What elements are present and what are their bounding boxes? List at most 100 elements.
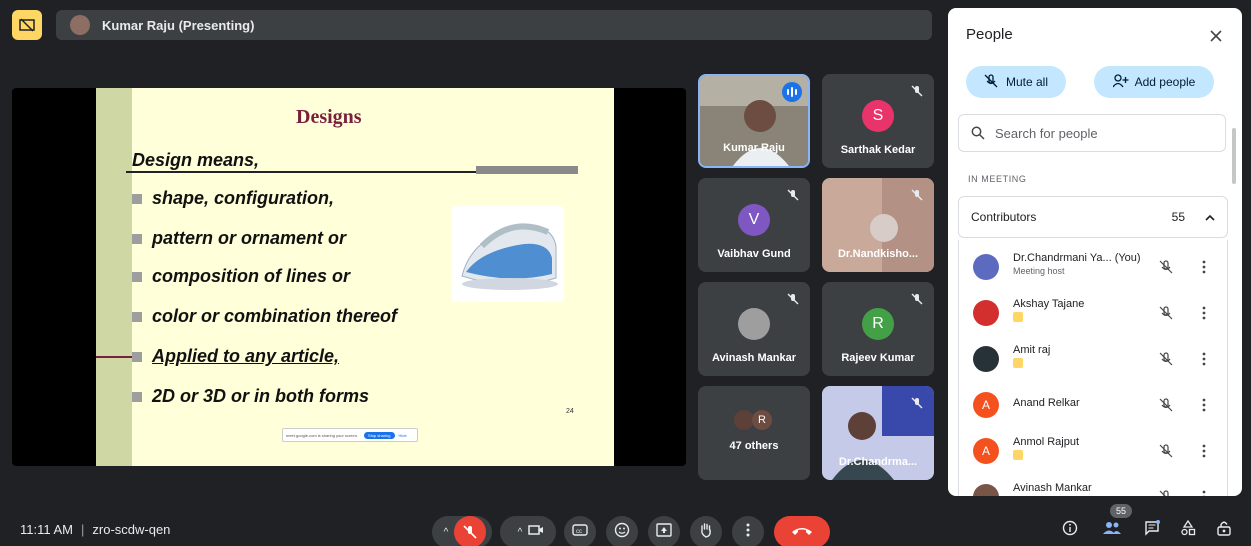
people-button[interactable]: [1098, 516, 1126, 544]
list-item[interactable]: Avinash Mankar: [959, 474, 1227, 496]
more-vert-icon[interactable]: [1197, 258, 1211, 276]
participant-tile[interactable]: Kumar Raju: [698, 74, 810, 168]
avatar: A: [973, 392, 999, 418]
mic-off-icon[interactable]: [1157, 304, 1175, 322]
slide-page-number: 24: [566, 408, 574, 415]
present-button[interactable]: [648, 516, 680, 546]
participant-tile[interactable]: Avinash Mankar: [698, 282, 810, 376]
chevron-up-icon[interactable]: ^: [438, 527, 454, 538]
participant-name: Amit raj: [1013, 344, 1051, 356]
camera-icon[interactable]: [528, 523, 544, 541]
avatar: [973, 254, 999, 280]
participant-tile[interactable]: Dr.Chandrma...: [822, 386, 934, 480]
participant-tile[interactable]: S Sarthak Kedar: [822, 74, 934, 168]
mic-off-icon: [784, 186, 802, 204]
speaking-indicator-icon: [782, 82, 802, 102]
presenting-icon[interactable]: [12, 10, 42, 40]
more-vert-icon[interactable]: [1197, 396, 1211, 414]
participant-name: Avinash Mankar: [712, 352, 796, 364]
participant-name: Anmol Rajput: [1013, 436, 1080, 448]
meet-window: Kumar Raju (Presenting) Designs Design m…: [0, 0, 1251, 546]
mic-off-icon: [908, 290, 926, 308]
others-tile[interactable]: R 47 others: [698, 386, 810, 480]
people-panel: People Mute all Add people Search for pe…: [948, 8, 1242, 496]
camera-control[interactable]: ^: [500, 516, 556, 546]
participant-name: Dr.Nandkisho...: [837, 248, 919, 260]
mic-off-icon: [908, 186, 926, 204]
participant-name: Dr.Chandrmani Ya... (You): [1013, 252, 1141, 264]
leave-call-button[interactable]: [774, 516, 830, 546]
list-item[interactable]: A Anmol Rajput: [959, 428, 1227, 474]
raise-hand-button[interactable]: [690, 516, 722, 546]
participant-avatar: S: [862, 100, 894, 132]
list-item[interactable]: Dr.Chandrmani Ya... (You) Meeting host: [959, 244, 1227, 290]
in-meeting-label: IN MEETING: [968, 174, 1027, 184]
mic-off-icon[interactable]: [1157, 442, 1175, 460]
presentation-area: Designs Design means, shape, configurati…: [12, 88, 686, 466]
avatar: A: [973, 438, 999, 464]
captions-button[interactable]: cc: [564, 516, 596, 546]
more-vert-icon[interactable]: [1197, 488, 1211, 496]
iron-image: [452, 206, 564, 302]
chevron-up-icon[interactable]: [1205, 210, 1215, 224]
present-screen-icon: [656, 522, 672, 542]
slide-bullet: composition of lines or: [132, 266, 350, 287]
mic-off-icon: [908, 82, 926, 100]
contributors-header[interactable]: Contributors 55: [958, 196, 1228, 238]
reactions-button[interactable]: [606, 516, 638, 546]
participant-tile[interactable]: Dr.Nandkisho...: [822, 178, 934, 272]
slide-stripe: [96, 88, 132, 466]
meeting-details-button[interactable]: [1056, 516, 1084, 544]
participant-photo-avatar: [738, 308, 770, 340]
mic-off-icon[interactable]: [1157, 258, 1175, 276]
slide-bullet: pattern or ornament or: [132, 228, 346, 249]
chat-button[interactable]: [1138, 516, 1166, 544]
stop-sharing-button[interactable]: Stop sharing: [364, 431, 395, 439]
slide-title: Designs: [296, 106, 362, 128]
slide: Designs Design means, shape, configurati…: [96, 88, 614, 466]
more-vert-icon[interactable]: [1197, 350, 1211, 368]
slide-bullet: Applied to any article,: [132, 346, 339, 367]
search-input[interactable]: Search for people: [958, 114, 1226, 152]
slide-divider: [126, 171, 494, 173]
more-vert-icon: [746, 523, 750, 542]
participant-name: Vaibhav Gund: [717, 248, 791, 260]
close-icon[interactable]: [1206, 26, 1226, 46]
more-vert-icon[interactable]: [1197, 442, 1211, 460]
share-notice: meet.google.com is sharing your screen. …: [282, 428, 418, 442]
add-people-button[interactable]: Add people: [1094, 66, 1214, 98]
slide-lead: Design means,: [132, 150, 260, 170]
more-vert-icon[interactable]: [1197, 304, 1211, 322]
host-controls-button[interactable]: [1210, 516, 1238, 544]
participant-tile[interactable]: R Rajeev Kumar: [822, 282, 934, 376]
contributors-label: Contributors: [971, 210, 1037, 224]
participant-role: Meeting host: [1013, 266, 1065, 276]
list-item[interactable]: A Anand Relkar: [959, 382, 1227, 428]
presenting-tag-icon: [1013, 358, 1023, 368]
mic-off-icon: [984, 73, 998, 91]
activities-button[interactable]: [1174, 516, 1202, 544]
participant-name: Anand Relkar: [1013, 397, 1080, 409]
participant-avatar: V: [738, 204, 770, 236]
mic-off-icon[interactable]: [454, 516, 486, 546]
others-avatar: [734, 410, 754, 430]
share-notice-text: meet.google.com is sharing your screen.: [286, 432, 359, 438]
mute-all-button[interactable]: Mute all: [966, 66, 1066, 98]
chevron-up-icon[interactable]: ^: [512, 527, 528, 538]
mic-control[interactable]: ^: [432, 516, 492, 546]
contributors-count: 55: [1171, 210, 1185, 224]
hide-button[interactable]: Hide: [399, 433, 407, 438]
more-options-button[interactable]: [732, 516, 764, 546]
slide-accent-line: [96, 356, 134, 358]
mute-all-label: Mute all: [1005, 75, 1049, 89]
mic-off-icon[interactable]: [1157, 350, 1175, 368]
people-icon: [1103, 521, 1121, 540]
others-avatar-letter: R: [752, 410, 772, 430]
panel-scrollbar[interactable]: [1232, 128, 1236, 184]
list-item[interactable]: Akshay Tajane: [959, 290, 1227, 336]
participant-name: Sarthak Kedar: [840, 144, 916, 156]
list-item[interactable]: Amit raj: [959, 336, 1227, 382]
mic-off-icon[interactable]: [1157, 396, 1175, 414]
participant-tile[interactable]: V Vaibhav Gund: [698, 178, 810, 272]
mic-off-icon[interactable]: [1157, 488, 1175, 496]
